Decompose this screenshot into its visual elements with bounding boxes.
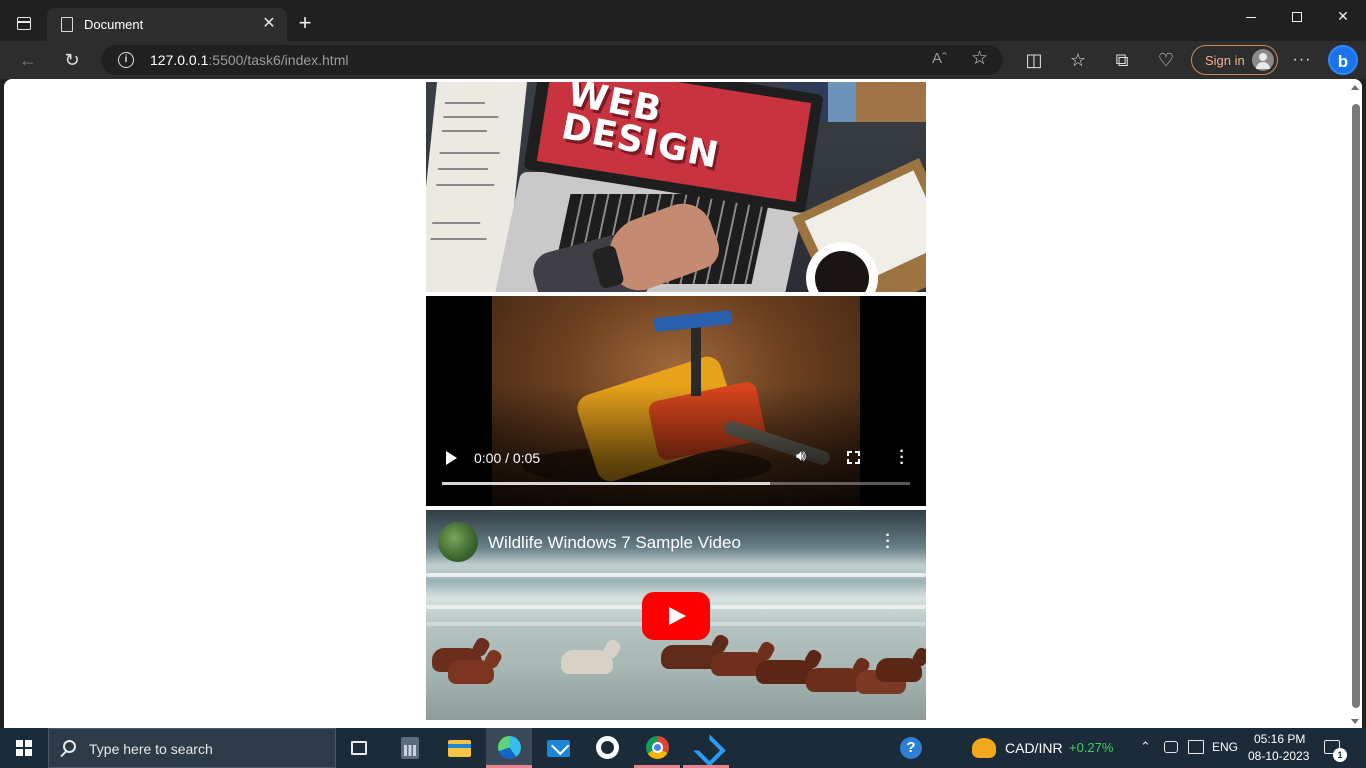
document-icon (61, 17, 73, 32)
video-buffer-bar (442, 482, 770, 485)
bing-copilot-icon[interactable]: b (1328, 45, 1358, 75)
mail-icon[interactable] (535, 728, 581, 768)
help-icon[interactable]: ? (900, 737, 922, 759)
search-icon (63, 740, 76, 753)
youtube-play-button[interactable] (642, 592, 710, 640)
favorites-icon[interactable]: ☆ (1064, 46, 1092, 74)
maximize-button[interactable] (1274, 0, 1320, 34)
browser-essentials-icon[interactable]: ♡ (1152, 46, 1180, 74)
channel-avatar[interactable] (438, 522, 478, 562)
info-icon[interactable]: i (118, 52, 134, 68)
tray-chevron-icon[interactable]: ⌃ (1140, 739, 1151, 755)
clock-time[interactable]: 05:16 PM (1254, 732, 1305, 746)
url-text[interactable]: 127.0.0.1:5500/task6/index.html (150, 52, 348, 68)
tab-actions-icon[interactable] (10, 12, 38, 36)
web-design-text: WEB DESIGN (558, 82, 723, 177)
more-icon[interactable]: ··· (1288, 46, 1316, 74)
clock-date[interactable]: 08-10-2023 (1248, 749, 1309, 763)
vscode-icon[interactable] (683, 728, 729, 768)
video-progress-bar[interactable] (442, 482, 910, 485)
youtube-menu-icon[interactable]: · · · (882, 528, 894, 556)
favorite-star-icon[interactable]: ☆ (971, 47, 988, 70)
address-bar[interactable]: i 127.0.0.1:5500/task6/index.html Aˆ ☆ (101, 45, 1003, 75)
stock-name[interactable]: CAD/INR (1005, 740, 1063, 756)
network-icon[interactable] (1188, 740, 1204, 754)
meet-now-icon[interactable] (1164, 741, 1178, 753)
task-view-icon[interactable] (337, 728, 383, 768)
new-tab-button[interactable]: + (293, 12, 317, 36)
file-explorer-icon[interactable] (436, 728, 482, 768)
taskbar-search-box[interactable]: Type here to search (48, 728, 336, 768)
browser-toolbar: ← ↻ i 127.0.0.1:5500/task6/index.html Aˆ… (0, 41, 1366, 79)
calculator-icon[interactable] (387, 728, 433, 768)
volume-icon[interactable]: 🔊︎ (796, 448, 816, 466)
stock-change[interactable]: +0.27% (1069, 740, 1113, 755)
url-host: 127.0.0.1 (150, 52, 209, 68)
page-viewport: WEB DESIGN 0:00 / 0:05 🔊︎ · · · Wildlife… (4, 79, 1362, 728)
scroll-up-arrow-icon[interactable] (1351, 85, 1359, 90)
profile-avatar-icon (1252, 49, 1274, 71)
sign-in-label: Sign in (1205, 53, 1245, 68)
video-player[interactable]: 0:00 / 0:05 🔊︎ · · · (426, 296, 926, 506)
back-icon[interactable]: ← (14, 46, 42, 74)
notification-badge: 1 (1333, 748, 1347, 762)
edge-icon[interactable] (486, 728, 532, 768)
sign-in-button[interactable]: Sign in (1191, 45, 1278, 75)
github-desktop-icon[interactable] (584, 728, 630, 768)
page-scrollbar[interactable] (1350, 79, 1362, 728)
video-play-button[interactable] (442, 449, 460, 467)
close-window-button[interactable]: ✕ (1320, 0, 1366, 34)
video-time: 0:00 / 0:05 (474, 450, 541, 466)
tab-close-icon[interactable]: ✕ (259, 14, 279, 34)
title-bar: Document ✕ + ✕ (0, 0, 1366, 41)
fullscreen-icon[interactable] (847, 451, 860, 464)
stock-widget-icon[interactable] (972, 738, 996, 758)
taskbar-search-placeholder: Type here to search (89, 741, 213, 757)
video-more-icon[interactable]: · · · (896, 444, 908, 472)
web-design-image: WEB DESIGN (426, 82, 926, 292)
reload-icon[interactable]: ↻ (58, 46, 86, 74)
chrome-icon[interactable] (634, 728, 680, 768)
tab-document[interactable]: Document ✕ (47, 8, 287, 41)
windows-start-icon[interactable] (16, 740, 32, 756)
tab-title: Document (84, 17, 144, 32)
language-indicator[interactable]: ENG (1212, 740, 1238, 754)
scroll-down-arrow-icon[interactable] (1351, 719, 1359, 724)
split-screen-icon[interactable]: ◫ (1020, 46, 1048, 74)
youtube-embed[interactable]: Wildlife Windows 7 Sample Video · · · (426, 510, 926, 720)
youtube-video-title[interactable]: Wildlife Windows 7 Sample Video (488, 533, 741, 553)
collections-icon[interactable]: ⧉ (1108, 46, 1136, 74)
url-path: :5500/task6/index.html (208, 52, 349, 68)
minimize-button[interactable] (1228, 0, 1274, 34)
scroll-thumb[interactable] (1352, 104, 1360, 708)
windows-taskbar: Type here to search ? CAD/INR +0.27% ⌃ E… (0, 728, 1366, 768)
read-aloud-icon[interactable]: Aˆ (932, 50, 947, 67)
